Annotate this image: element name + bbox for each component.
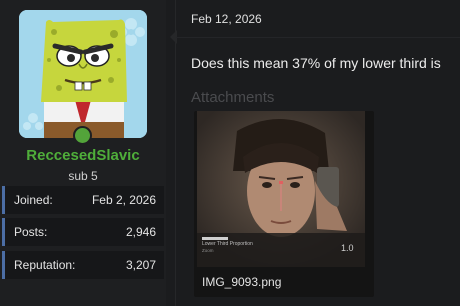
thumbnail-value: 1.0 [341,243,354,253]
post-date[interactable]: Feb 12, 2026 [191,12,262,26]
stat-row-joined: Joined: Feb 2, 2026 [2,186,164,214]
thumbnail-caption: Lower Third Proportion [202,241,253,247]
stat-row-reputation: Reputation: 3,207 [2,251,164,279]
post-body-text: Does this mean 37% of my lower third is [191,55,441,71]
username[interactable]: ReccesedSlavic [0,147,166,164]
thumbnail-sub: Zoom [202,248,214,253]
stat-label-posts: Posts: [14,225,48,239]
avatar-image [19,10,147,138]
attachments-label: Attachments [191,89,275,106]
stat-value-reputation: 3,207 [125,258,156,272]
user-sidebar: ReccesedSlavic sub 5 Joined: Feb 2, 2026… [0,0,166,306]
post-header-divider [176,37,460,38]
stat-value-posts[interactable]: 2,946 [126,225,156,239]
post-divider [175,0,176,306]
stat-label-joined: Joined: [14,193,53,207]
attachment-file-name[interactable]: IMG_9093.png [202,275,281,289]
avatar[interactable] [19,10,147,138]
thumbnail-image: Lower Third Proportion Zoom 1.0 [197,111,365,267]
stat-label-reputation: Reputation: [14,258,76,272]
user-title: sub 5 [68,169,98,183]
attachment-thumbnail[interactable]: Lower Third Proportion Zoom 1.0 [197,111,365,267]
online-status-indicator [73,126,92,145]
stat-value-joined: Feb 2, 2026 [91,193,156,207]
stat-row-posts: Posts: 2,946 [2,218,164,246]
attachment-card[interactable]: Lower Third Proportion Zoom 1.0 IMG_9093… [194,111,374,297]
